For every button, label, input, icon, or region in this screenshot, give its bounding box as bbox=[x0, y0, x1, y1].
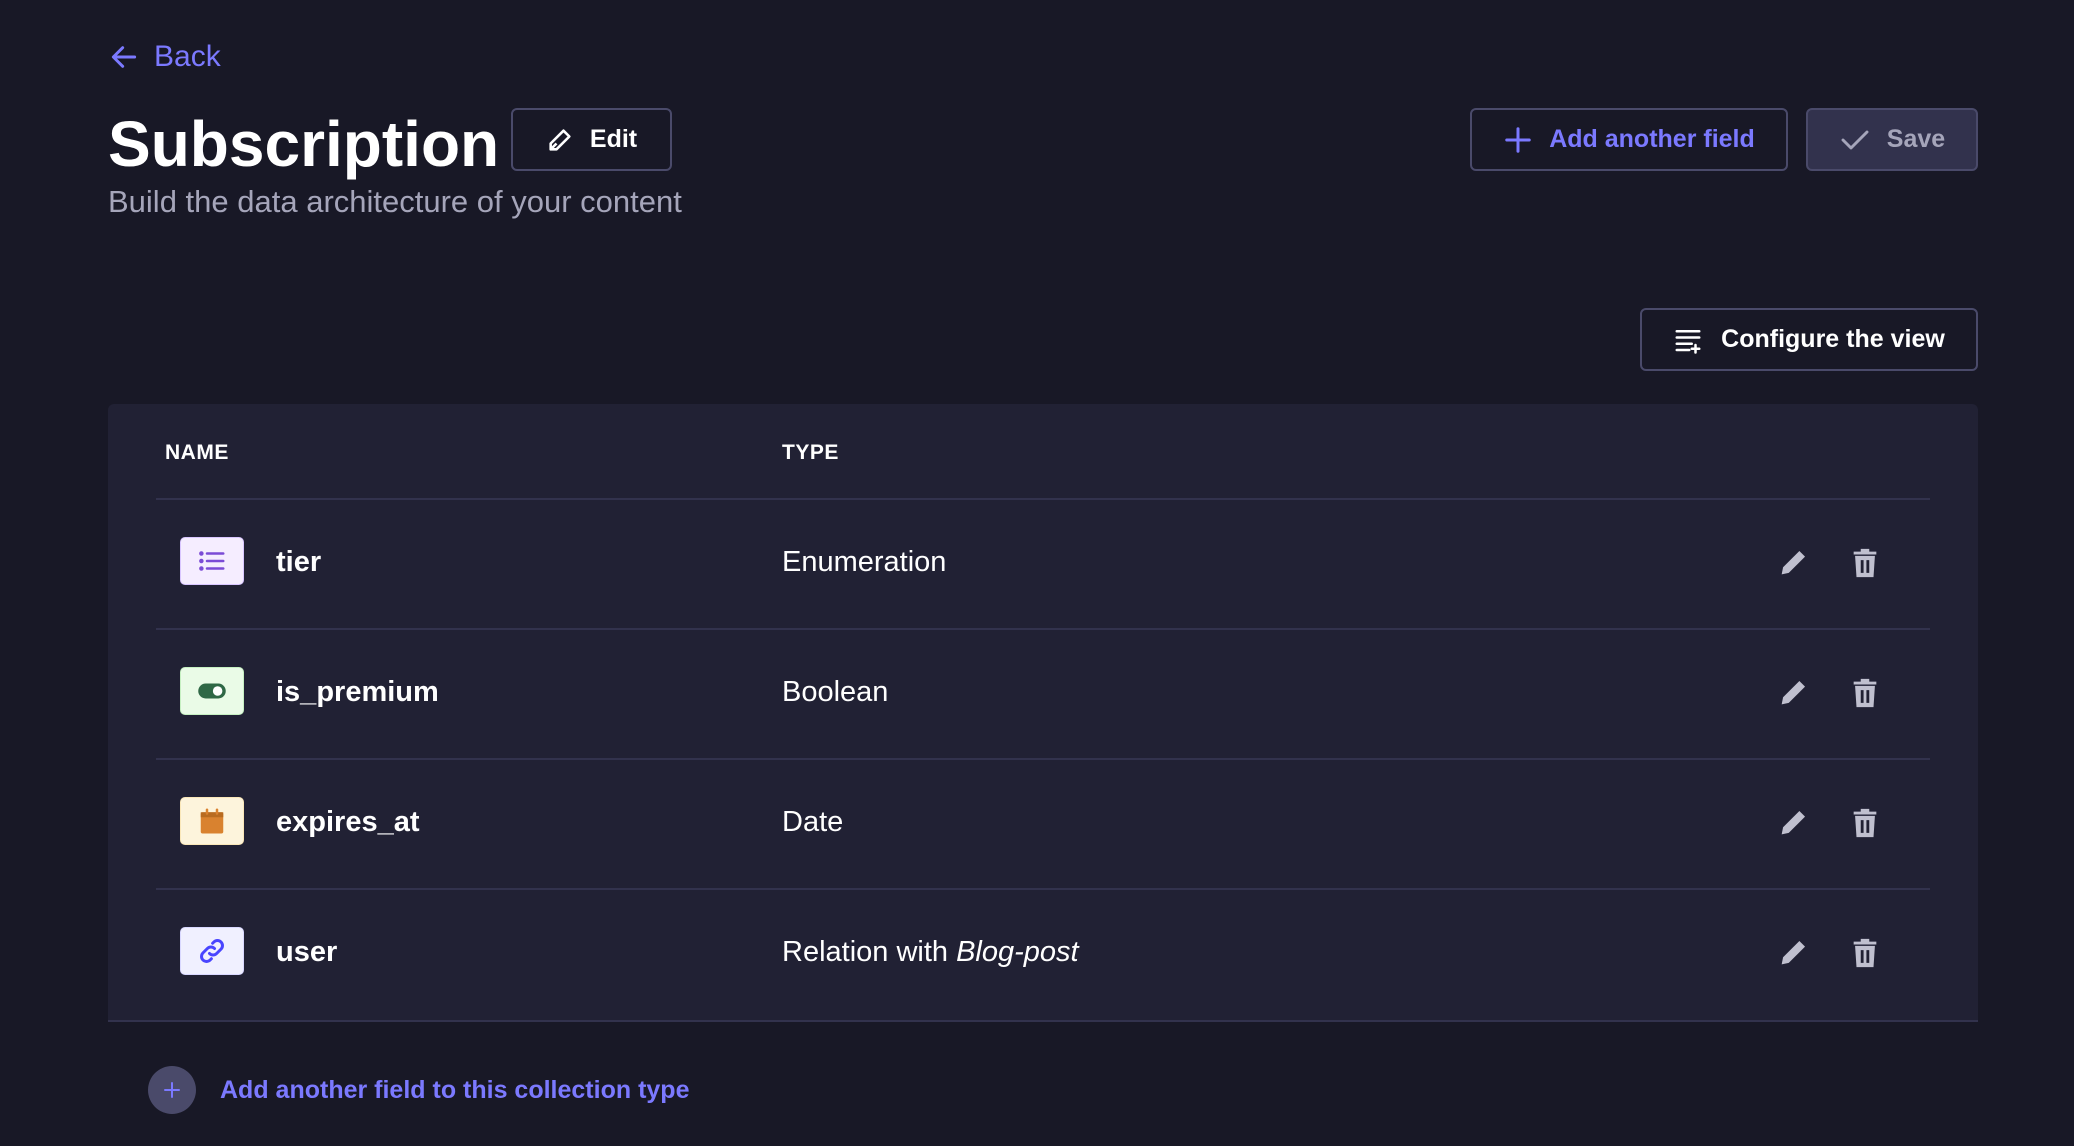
plus-circle-icon bbox=[148, 1066, 196, 1114]
arrow-left-icon bbox=[111, 46, 137, 68]
pencil-icon[interactable] bbox=[1776, 936, 1810, 970]
page-title: Subscription bbox=[108, 108, 500, 180]
page-subtitle: Build the data architecture of your cont… bbox=[108, 184, 682, 219]
field-name: user bbox=[276, 936, 338, 968]
field-type: Boolean bbox=[782, 676, 889, 708]
field-type: Enumeration bbox=[782, 546, 947, 578]
pencil-icon[interactable] bbox=[1776, 546, 1810, 580]
pencil-icon[interactable] bbox=[1776, 806, 1810, 840]
content-type-builder-page: Back Subscription Edit Build the data ar… bbox=[0, 0, 2074, 1146]
table-row: is_premium Boolean bbox=[156, 630, 1930, 760]
save-button[interactable]: Save bbox=[1806, 108, 1978, 171]
configure-view-button[interactable]: Configure the view bbox=[1640, 308, 1978, 371]
field-type: Date bbox=[782, 806, 844, 838]
configure-view-label: Configure the view bbox=[1721, 325, 1945, 353]
table-header: NAME TYPE bbox=[156, 404, 1930, 500]
table-row: expires_at Date bbox=[156, 760, 1930, 890]
fields-table: NAME TYPE tier Enumeration is_premium Bo… bbox=[108, 404, 1978, 1146]
trash-icon[interactable] bbox=[1848, 676, 1882, 710]
check-icon bbox=[1841, 130, 1869, 149]
trash-icon[interactable] bbox=[1848, 546, 1882, 580]
add-another-field-button[interactable]: Add another field bbox=[1470, 108, 1788, 171]
pencil-icon[interactable] bbox=[1776, 676, 1810, 710]
list-settings-icon bbox=[1675, 329, 1701, 354]
trash-icon[interactable] bbox=[1848, 936, 1882, 970]
back-link[interactable]: Back bbox=[108, 40, 221, 74]
table-row: tier Enumeration bbox=[156, 500, 1930, 630]
field-name: tier bbox=[276, 546, 322, 578]
boolean-icon bbox=[180, 667, 244, 715]
enumeration-icon bbox=[180, 537, 244, 585]
trash-icon[interactable] bbox=[1848, 806, 1882, 840]
column-header-type: TYPE bbox=[782, 441, 839, 464]
pencil-icon bbox=[549, 128, 571, 151]
back-label: Back bbox=[154, 40, 221, 73]
edit-button[interactable]: Edit bbox=[511, 108, 672, 171]
relation-icon bbox=[180, 927, 244, 975]
add-field-to-collection-button[interactable]: Add another field to this collection typ… bbox=[148, 1066, 689, 1114]
field-name: is_premium bbox=[276, 676, 439, 708]
plus-icon bbox=[1505, 126, 1531, 153]
relation-target: Blog-post bbox=[956, 936, 1079, 968]
column-header-name: NAME bbox=[165, 441, 229, 464]
table-footer: Add another field to this collection typ… bbox=[108, 1020, 1978, 1146]
field-name: expires_at bbox=[276, 806, 420, 838]
date-icon bbox=[180, 797, 244, 845]
edit-label: Edit bbox=[589, 125, 638, 153]
add-another-field-label: Add another field bbox=[1549, 125, 1755, 153]
relation-prefix: Relation with bbox=[782, 936, 957, 968]
save-label: Save bbox=[1886, 125, 1946, 153]
add-field-to-collection-label: Add another field to this collection typ… bbox=[220, 1075, 690, 1104]
field-type: Relation with Blog-post bbox=[782, 936, 1079, 969]
table-row: user Relation with Blog-post bbox=[156, 890, 1930, 1020]
